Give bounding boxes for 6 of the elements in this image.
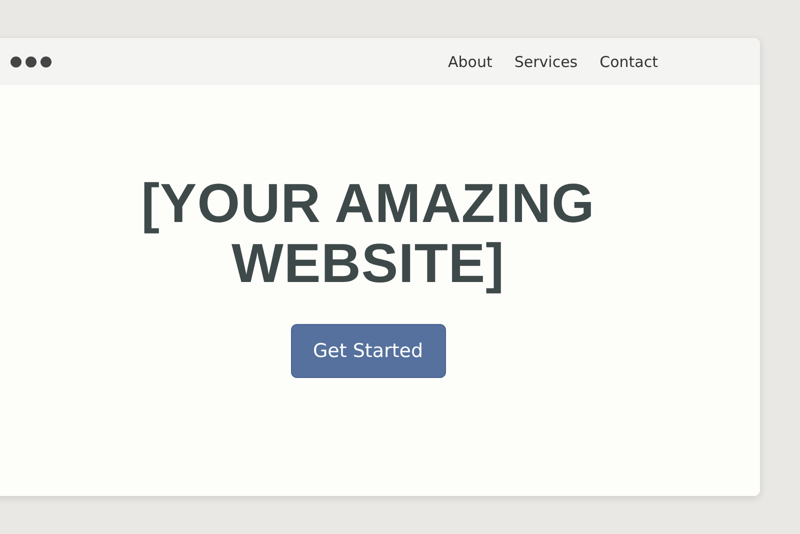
nav-link[interactable]: About — [448, 52, 492, 70]
nav-link[interactable]: Services — [514, 52, 578, 70]
get-started-button[interactable]: Get Started — [290, 324, 446, 378]
hero-heading: [YOUR AMAZING WEBSITE] — [140, 173, 596, 293]
window-controls-icon — [10, 56, 54, 68]
nav-link[interactable]: Contact — [600, 52, 658, 70]
